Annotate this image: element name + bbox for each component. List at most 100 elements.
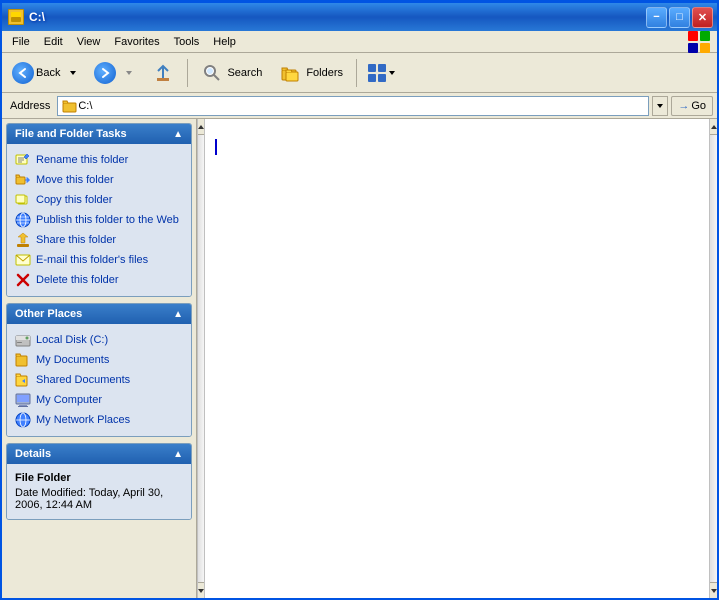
other-places-body: Local Disk (C:) My Documents <box>7 324 191 436</box>
main-area: File and Folder Tasks ▲ <box>2 119 717 598</box>
menu-view[interactable]: View <box>71 34 107 50</box>
menu-favorites[interactable]: Favorites <box>108 34 165 50</box>
folders-icon <box>280 62 302 84</box>
place-my-computer-label: My Computer <box>36 394 102 406</box>
place-my-documents[interactable]: My Documents <box>11 350 187 370</box>
back-icon <box>12 62 34 84</box>
views-icon <box>366 62 388 84</box>
details-header[interactable]: Details ▲ <box>7 444 191 464</box>
toolbar-separator-2 <box>356 59 357 87</box>
details-body: File Folder Date Modified: Today, April … <box>7 464 191 519</box>
forward-dropdown[interactable] <box>123 65 136 81</box>
views-dropdown-icon <box>388 69 396 77</box>
place-shared-documents[interactable]: Shared Documents <box>11 370 187 390</box>
forward-icon <box>94 62 116 84</box>
windows-logo <box>685 31 713 53</box>
task-move-label: Move this folder <box>36 174 114 186</box>
sidebar-scroll-track <box>198 135 204 582</box>
file-folder-tasks-chevron: ▲ <box>173 129 183 140</box>
task-copy-label: Copy this folder <box>36 194 112 206</box>
place-my-network-places-label: My Network Places <box>36 414 130 426</box>
task-rename-label: Rename this folder <box>36 154 128 166</box>
text-cursor <box>215 139 217 155</box>
place-my-network-places[interactable]: My Network Places <box>11 410 187 430</box>
menu-edit[interactable]: Edit <box>38 34 69 50</box>
menu-help[interactable]: Help <box>207 34 242 50</box>
back-label: Back <box>36 67 60 79</box>
back-button[interactable]: Back <box>6 58 65 88</box>
content-scroll-track <box>710 135 717 582</box>
address-dropdown[interactable] <box>652 96 668 116</box>
task-delete-label: Delete this folder <box>36 274 119 286</box>
address-input[interactable] <box>78 100 644 112</box>
file-folder-tasks-panel: File and Folder Tasks ▲ <box>6 123 192 297</box>
task-email[interactable]: E-mail this folder's files <box>11 250 187 270</box>
views-button[interactable] <box>362 58 400 88</box>
task-delete[interactable]: Delete this folder <box>11 270 187 290</box>
task-copy[interactable]: Copy this folder <box>11 190 187 210</box>
my-documents-icon <box>15 352 31 368</box>
task-move[interactable]: Move this folder <box>11 170 187 190</box>
folders-button[interactable]: Folders <box>272 58 351 88</box>
place-my-computer[interactable]: My Computer <box>11 390 187 410</box>
window-title: C:\ <box>29 10 45 24</box>
content-inner <box>205 119 709 598</box>
copy-icon <box>15 192 31 208</box>
title-bar-left: C:\ <box>8 9 45 25</box>
search-icon <box>201 62 223 84</box>
task-publish-label: Publish this folder to the Web <box>36 214 179 226</box>
share-icon <box>15 232 31 248</box>
publish-icon <box>15 212 31 228</box>
go-icon: → <box>678 100 689 112</box>
task-rename[interactable]: Rename this folder <box>11 150 187 170</box>
minimize-button[interactable]: − <box>646 7 667 28</box>
up-button[interactable] <box>144 58 182 88</box>
search-button[interactable]: Search <box>193 58 270 88</box>
details-title: Details <box>15 448 51 460</box>
details-modified: Date Modified: Today, April 30, 2006, 12… <box>15 487 183 511</box>
local-disk-icon <box>15 332 31 348</box>
other-places-chevron: ▲ <box>173 309 183 320</box>
forward-button[interactable] <box>88 58 121 88</box>
other-places-panel: Other Places ▲ Local Dis <box>6 303 192 437</box>
toolbar-separator-1 <box>187 59 188 87</box>
sidebar-scroll-down[interactable] <box>198 582 204 598</box>
menu-tools[interactable]: Tools <box>168 34 206 50</box>
address-bar: Address → Go <box>2 93 717 119</box>
menu-bar: File Edit View Favorites Tools Help <box>2 31 717 53</box>
explorer-window: C:\ − □ ✕ File Edit View Favorites Tools… <box>0 0 719 600</box>
maximize-button[interactable]: □ <box>669 7 690 28</box>
file-folder-tasks-title: File and Folder Tasks <box>15 128 127 140</box>
address-input-wrap[interactable] <box>57 96 649 116</box>
place-shared-documents-label: Shared Documents <box>36 374 130 386</box>
content-area[interactable] <box>205 119 709 598</box>
my-computer-icon <box>15 392 31 408</box>
file-folder-tasks-header[interactable]: File and Folder Tasks ▲ <box>7 124 191 144</box>
title-bar: C:\ − □ ✕ <box>2 3 717 31</box>
up-icon <box>152 62 174 84</box>
address-label: Address <box>6 100 54 112</box>
file-folder-tasks-body: Rename this folder Move this folder <box>7 144 191 296</box>
title-controls: − □ ✕ <box>646 7 713 28</box>
place-local-disk[interactable]: Local Disk (C:) <box>11 330 187 350</box>
task-share[interactable]: Share this folder <box>11 230 187 250</box>
my-network-icon <box>15 412 31 428</box>
shared-documents-icon <box>15 372 31 388</box>
task-email-label: E-mail this folder's files <box>36 254 148 266</box>
back-dropdown[interactable] <box>67 65 80 81</box>
place-my-documents-label: My Documents <box>36 354 109 366</box>
sidebar-scroll-up[interactable] <box>198 119 204 135</box>
close-button[interactable]: ✕ <box>692 7 713 28</box>
menu-file[interactable]: File <box>6 34 36 50</box>
delete-icon <box>15 272 31 288</box>
content-scrollbar[interactable] <box>709 119 717 598</box>
content-scroll-down[interactable] <box>710 582 717 598</box>
content-scroll-up[interactable] <box>710 119 717 135</box>
other-places-header[interactable]: Other Places ▲ <box>7 304 191 324</box>
email-icon <box>15 252 31 268</box>
go-button[interactable]: → Go <box>671 96 713 116</box>
sidebar-scrollbar[interactable] <box>197 119 205 598</box>
content-scroll[interactable] <box>205 119 709 598</box>
rename-icon <box>15 152 31 168</box>
task-publish[interactable]: Publish this folder to the Web <box>11 210 187 230</box>
